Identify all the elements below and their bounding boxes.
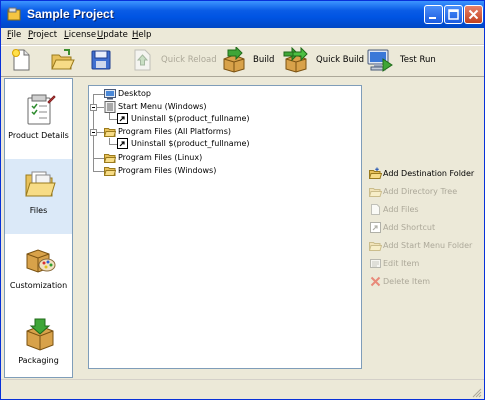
menu-bar: File Project License Update Help	[1, 28, 484, 45]
add-files-button[interactable]: Add Files	[369, 203, 429, 217]
open-project-button[interactable]	[49, 46, 75, 76]
save-disk-icon	[91, 50, 111, 70]
sidebar-label-files: Files	[29, 206, 48, 215]
tree-connector-line	[93, 94, 104, 95]
quick-build-box-icon	[283, 47, 308, 73]
shortcut-icon	[370, 222, 381, 233]
resize-grip-icon[interactable]	[472, 388, 482, 398]
folder-icon	[104, 154, 116, 163]
quick-reload-button[interactable]: Quick Reload	[130, 46, 217, 76]
delete-x-icon	[370, 276, 381, 287]
menu-license[interactable]: License	[64, 30, 96, 40]
window-title: Sample Project	[27, 7, 114, 21]
quick-build-label: Quick Build	[316, 55, 365, 65]
customization-palette-icon	[26, 249, 56, 273]
add-destination-folder-button[interactable]: Add Destination Folder	[369, 167, 481, 181]
tree-connector-line	[109, 119, 117, 120]
menu-project[interactable]: Project	[28, 30, 57, 40]
tree-collapse-toggle[interactable]	[90, 104, 97, 111]
sidebar-label-product-details: Product Details	[8, 131, 69, 140]
status-bar	[1, 379, 484, 399]
destination-tree[interactable]: Desktop Start Menu (Windows) Uninstall $…	[88, 85, 362, 369]
directory-tree-icon	[369, 188, 382, 197]
new-document-icon	[12, 49, 30, 71]
sidebar-item-customization[interactable]: Customization	[5, 234, 72, 309]
add-start-menu-folder-button[interactable]: Add Start Menu Folder	[369, 239, 479, 253]
tree-collapse-toggle[interactable]	[90, 129, 97, 136]
toolbar: Quick Reload Build Quick Build Test Run	[1, 45, 484, 77]
delete-item-button[interactable]: Delete Item	[369, 275, 434, 289]
add-directory-tree-button[interactable]: Add Directory Tree	[369, 185, 469, 199]
maximize-icon	[448, 9, 459, 20]
sidebar-label-packaging: Packaging	[18, 356, 59, 365]
product-details-icon	[27, 94, 56, 125]
shortcut-icon	[117, 113, 128, 124]
add-files-icon	[371, 204, 380, 215]
menu-update[interactable]: Update	[97, 30, 128, 40]
build-label: Build	[253, 55, 275, 65]
build-button[interactable]: Build	[221, 46, 275, 76]
edit-icon	[370, 259, 381, 268]
open-folder-icon	[51, 49, 75, 70]
files-folder-icon	[25, 171, 56, 197]
tree-connector-line	[109, 144, 117, 145]
quick-build-button[interactable]: Quick Build	[282, 46, 364, 76]
save-project-button[interactable]	[89, 46, 115, 76]
tree-connector-line	[93, 171, 104, 172]
shortcut-icon	[117, 138, 128, 149]
main-window: Sample Project File Project License Upda…	[0, 0, 485, 400]
test-run-button[interactable]: Test Run	[366, 46, 436, 76]
test-run-computer-icon	[367, 49, 393, 72]
sidebar-item-product-details[interactable]: Product Details	[5, 84, 72, 159]
desktop-icon	[104, 89, 116, 100]
folder-icon	[104, 167, 116, 176]
section-sidebar: Product Details Files Customization Pack…	[4, 78, 73, 378]
menu-file[interactable]: File	[7, 30, 21, 40]
build-box-icon	[223, 47, 245, 73]
sidebar-item-files[interactable]: Files	[5, 159, 72, 234]
quick-reload-label: Quick Reload	[161, 55, 217, 65]
reload-document-icon	[134, 49, 151, 71]
folder-icon	[104, 128, 116, 137]
menu-help[interactable]: Help	[132, 30, 151, 40]
close-button[interactable]	[464, 5, 483, 24]
edit-item-button[interactable]: Edit Item	[369, 257, 429, 271]
maximize-button[interactable]	[444, 5, 463, 24]
add-shortcut-button[interactable]: Add Shortcut	[369, 221, 439, 235]
close-icon	[468, 9, 479, 20]
tree-connector-line	[93, 158, 104, 159]
packaging-box-icon	[26, 318, 54, 351]
start-menu-folder-icon	[369, 242, 382, 251]
add-folder-icon	[369, 167, 382, 179]
title-bar[interactable]: Sample Project	[1, 1, 484, 28]
app-icon	[7, 7, 21, 21]
minimize-button[interactable]	[424, 5, 443, 24]
start-menu-icon	[104, 101, 116, 113]
test-run-label: Test Run	[400, 55, 436, 65]
sidebar-item-packaging[interactable]: Packaging	[5, 309, 72, 384]
new-project-button[interactable]	[9, 46, 35, 76]
sidebar-label-customization: Customization	[9, 281, 68, 290]
minimize-icon	[429, 17, 436, 19]
